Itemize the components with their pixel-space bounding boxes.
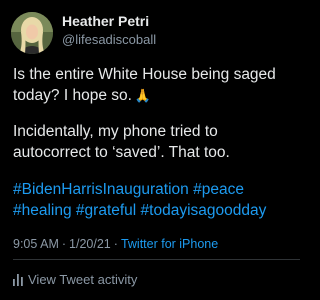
tweet-time[interactable]: 9:05 AM bbox=[13, 237, 59, 251]
tweet-date[interactable]: 1/20/21 bbox=[69, 237, 111, 251]
tweet-metadata: 9:05 AM · 1/20/21 · Twitter for iPhone bbox=[13, 237, 218, 251]
tweet-text-paragraph-2: Incidentally, my phone tried to autocorr… bbox=[13, 121, 295, 163]
profile-photo-icon bbox=[11, 12, 53, 54]
bar-chart-icon bbox=[13, 273, 23, 286]
display-name[interactable]: Heather Petri bbox=[62, 13, 149, 29]
tweet-text-line: autocorrect to ‘saved’. That too. bbox=[13, 144, 230, 161]
view-tweet-activity-label: View Tweet activity bbox=[28, 272, 138, 288]
tweet-text-line: Incidentally, my phone tried to bbox=[13, 123, 218, 140]
view-tweet-activity-button[interactable]: View Tweet activity bbox=[13, 271, 137, 287]
user-handle[interactable]: @lifesadiscoball bbox=[62, 32, 156, 47]
tweet-card: Heather Petri @lifesadiscoball Is the en… bbox=[0, 0, 300, 300]
separator-dot: · bbox=[113, 237, 118, 251]
tweet-text-line: today? I hope so. bbox=[13, 87, 132, 104]
separator-dot: · bbox=[61, 237, 67, 251]
divider bbox=[13, 259, 300, 260]
tweet-source-link[interactable]: Twitter for iPhone bbox=[121, 237, 218, 251]
hashtag-line[interactable]: #healing #grateful #todayisagoodday bbox=[13, 200, 295, 221]
tweet-text-paragraph-1: Is the entire White House being saged to… bbox=[13, 64, 295, 106]
tweet-text-line: Is the entire White House being saged bbox=[13, 66, 276, 83]
tweet-text-line-with-emoji: today? I hope so. 🙏 bbox=[13, 85, 295, 106]
hashtags: #BidenHarrisInauguration #peace #healing… bbox=[13, 179, 295, 221]
hashtag-line[interactable]: #BidenHarrisInauguration #peace bbox=[13, 179, 295, 200]
folded-hands-icon: 🙏 bbox=[134, 88, 152, 103]
avatar[interactable] bbox=[11, 12, 53, 54]
